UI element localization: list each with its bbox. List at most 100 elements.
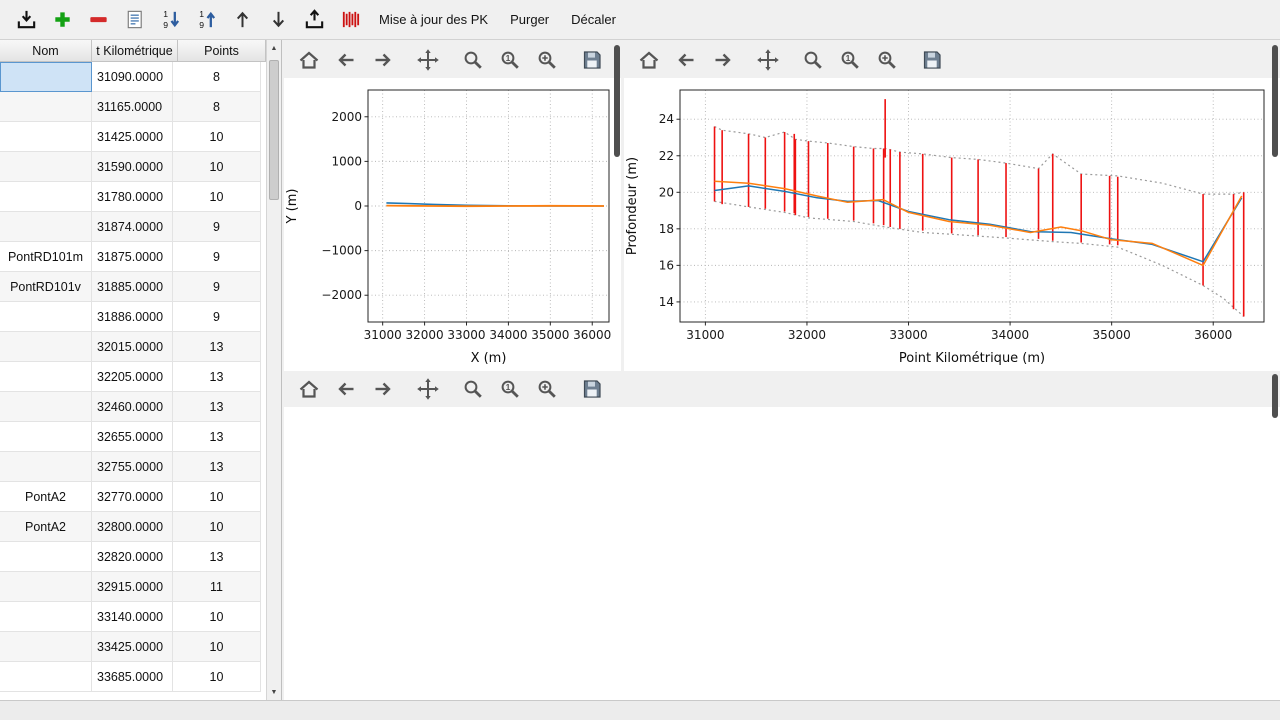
- save-button[interactable]: [919, 47, 945, 73]
- sections-button[interactable]: [334, 4, 366, 36]
- cell-pk[interactable]: 32915.0000: [92, 572, 173, 602]
- save-button[interactable]: [579, 376, 605, 402]
- zoom-original-button[interactable]: 1: [497, 376, 523, 402]
- table-row[interactable]: 32655.000013: [0, 422, 266, 452]
- shift-button[interactable]: Décaler: [562, 6, 625, 33]
- zoom-rect-button[interactable]: [534, 376, 560, 402]
- table-row[interactable]: 33685.000010: [0, 662, 266, 692]
- cell-points[interactable]: 9: [173, 242, 261, 272]
- scrollbar-thumb[interactable]: [269, 60, 279, 200]
- table-row[interactable]: PontRD101m31875.00009: [0, 242, 266, 272]
- forward-button[interactable]: [370, 47, 396, 73]
- cell-points[interactable]: 13: [173, 452, 261, 482]
- cell-nom[interactable]: PontA2: [0, 482, 92, 512]
- cell-pk[interactable]: 32205.0000: [92, 362, 173, 392]
- cell-points[interactable]: 13: [173, 332, 261, 362]
- zoom-rect-button[interactable]: [534, 47, 560, 73]
- cell-nom[interactable]: [0, 542, 92, 572]
- cell-points[interactable]: 10: [173, 632, 261, 662]
- cell-nom[interactable]: PontRD101v: [0, 272, 92, 302]
- cell-pk[interactable]: 31590.0000: [92, 152, 173, 182]
- save-button[interactable]: [579, 47, 605, 73]
- forward-button[interactable]: [710, 47, 736, 73]
- cell-points[interactable]: 9: [173, 302, 261, 332]
- cell-pk[interactable]: 33425.0000: [92, 632, 173, 662]
- table-row[interactable]: 32015.000013: [0, 332, 266, 362]
- update-pk-button[interactable]: Mise à jour des PK: [370, 6, 497, 33]
- plan-panel-scrollbar[interactable]: [614, 45, 620, 157]
- cell-pk[interactable]: 31090.0000: [92, 62, 173, 92]
- cell-nom[interactable]: [0, 302, 92, 332]
- home-button[interactable]: [296, 47, 322, 73]
- profile-plot-canvas[interactable]: 3100032000330003400035000360001416182022…: [624, 78, 1280, 368]
- cell-pk[interactable]: 31425.0000: [92, 122, 173, 152]
- cell-nom[interactable]: [0, 392, 92, 422]
- cell-points[interactable]: 10: [173, 182, 261, 212]
- cell-points[interactable]: 8: [173, 62, 261, 92]
- cell-points[interactable]: 11: [173, 572, 261, 602]
- cell-points[interactable]: 13: [173, 422, 261, 452]
- table-row[interactable]: 31165.00008: [0, 92, 266, 122]
- cell-nom[interactable]: [0, 152, 92, 182]
- table-row[interactable]: 31874.00009: [0, 212, 266, 242]
- table-row[interactable]: 31590.000010: [0, 152, 266, 182]
- cell-points[interactable]: 8: [173, 92, 261, 122]
- scroll-up-icon[interactable]: ▲: [267, 40, 281, 56]
- zoom-original-button[interactable]: 1: [837, 47, 863, 73]
- column-header-nom[interactable]: Nom: [0, 40, 92, 62]
- report-button[interactable]: [118, 4, 150, 36]
- bottom-panel-scrollbar[interactable]: [1272, 374, 1278, 418]
- cell-pk[interactable]: 32800.0000: [92, 512, 173, 542]
- cell-nom[interactable]: [0, 182, 92, 212]
- back-button[interactable]: [673, 47, 699, 73]
- zoom-button[interactable]: [460, 47, 486, 73]
- cell-points[interactable]: 9: [173, 212, 261, 242]
- cell-points[interactable]: 13: [173, 542, 261, 572]
- table-row[interactable]: 32205.000013: [0, 362, 266, 392]
- cell-points[interactable]: 9: [173, 272, 261, 302]
- column-header-points[interactable]: Points: [178, 40, 266, 62]
- add-row-button[interactable]: [46, 4, 78, 36]
- forward-button[interactable]: [370, 376, 396, 402]
- column-header-pk[interactable]: t Kilométrique: [92, 40, 178, 62]
- table-row[interactable]: 31886.00009: [0, 302, 266, 332]
- cell-points[interactable]: 10: [173, 602, 261, 632]
- purge-button[interactable]: Purger: [501, 6, 558, 33]
- back-button[interactable]: [333, 376, 359, 402]
- table-row[interactable]: 32460.000013: [0, 392, 266, 422]
- move-down-button[interactable]: [262, 4, 294, 36]
- cell-nom[interactable]: [0, 122, 92, 152]
- table-row[interactable]: 32755.000013: [0, 452, 266, 482]
- bottom-plot-canvas[interactable]: [284, 407, 1280, 700]
- cell-points[interactable]: 13: [173, 362, 261, 392]
- pan-button[interactable]: [755, 47, 781, 73]
- cell-nom[interactable]: [0, 602, 92, 632]
- cell-pk[interactable]: 32820.0000: [92, 542, 173, 572]
- cell-points[interactable]: 13: [173, 392, 261, 422]
- cell-pk[interactable]: 32755.0000: [92, 452, 173, 482]
- cell-nom[interactable]: [0, 572, 92, 602]
- table-row[interactable]: 33425.000010: [0, 632, 266, 662]
- pan-button[interactable]: [415, 47, 441, 73]
- cell-points[interactable]: 10: [173, 662, 261, 692]
- zoom-button[interactable]: [460, 376, 486, 402]
- sort-ascending-button[interactable]: 1 9: [190, 4, 222, 36]
- cell-pk[interactable]: 32460.0000: [92, 392, 173, 422]
- cell-points[interactable]: 10: [173, 512, 261, 542]
- zoom-button[interactable]: [800, 47, 826, 73]
- cell-points[interactable]: 10: [173, 482, 261, 512]
- cell-points[interactable]: 10: [173, 122, 261, 152]
- table-row[interactable]: 31425.000010: [0, 122, 266, 152]
- cell-nom[interactable]: [0, 212, 92, 242]
- sort-descending-button[interactable]: 1 9: [154, 4, 186, 36]
- cell-pk[interactable]: 33140.0000: [92, 602, 173, 632]
- cell-nom[interactable]: [0, 632, 92, 662]
- cell-pk[interactable]: 31875.0000: [92, 242, 173, 272]
- cell-nom[interactable]: [0, 422, 92, 452]
- home-button[interactable]: [636, 47, 662, 73]
- table-vertical-scrollbar[interactable]: ▲ ▼: [266, 40, 281, 700]
- table-row[interactable]: 31090.00008: [0, 62, 266, 92]
- profile-panel-scrollbar[interactable]: [1272, 45, 1278, 157]
- cell-pk[interactable]: 31885.0000: [92, 272, 173, 302]
- cell-nom[interactable]: [0, 92, 92, 122]
